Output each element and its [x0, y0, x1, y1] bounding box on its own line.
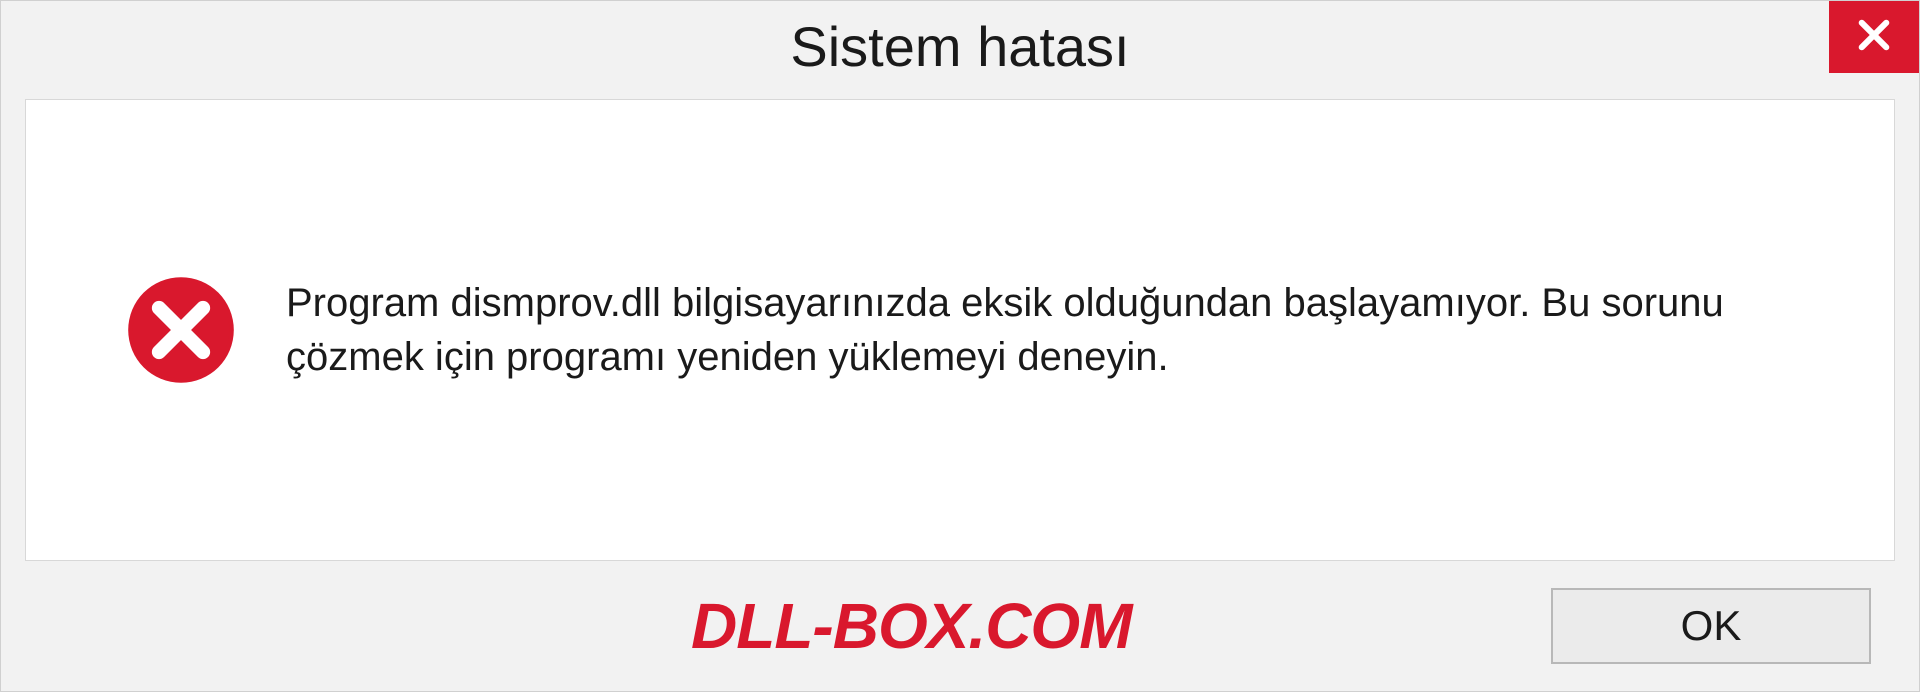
error-dialog: Sistem hatası Program dismprov.dll bilgi… [0, 0, 1920, 692]
ok-button[interactable]: OK [1551, 588, 1871, 664]
dialog-footer: DLL-BOX.COM OK [1, 561, 1919, 691]
titlebar: Sistem hatası [1, 1, 1919, 91]
close-button[interactable] [1829, 1, 1919, 73]
close-icon [1853, 14, 1895, 61]
watermark-text: DLL-BOX.COM [691, 589, 1132, 663]
content-area: Program dismprov.dll bilgisayarınızda ek… [25, 99, 1895, 561]
dialog-title: Sistem hatası [790, 14, 1129, 79]
error-icon [126, 275, 236, 385]
error-message: Program dismprov.dll bilgisayarınızda ek… [286, 276, 1786, 384]
